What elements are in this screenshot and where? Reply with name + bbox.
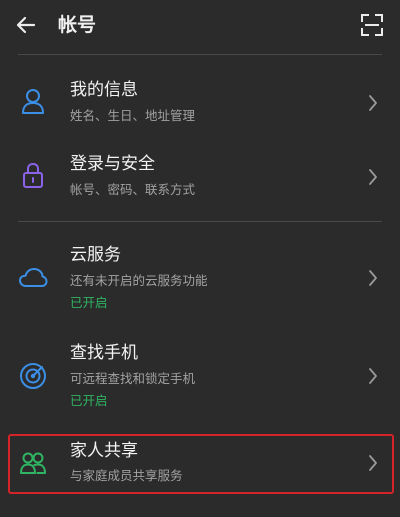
- section-divider: [18, 221, 382, 222]
- item-title: 查找手机: [70, 343, 138, 363]
- arrow-left-icon[interactable]: [12, 11, 40, 39]
- top-bar: 帐号: [0, 0, 400, 54]
- family-icon: [18, 448, 48, 478]
- chevron-right-icon: [368, 94, 378, 112]
- cloud-icon: [18, 263, 48, 293]
- status-label: 已开启: [70, 295, 108, 310]
- scan-icon[interactable]: [360, 13, 384, 37]
- chevron-right-icon: [368, 168, 378, 186]
- item-subtitle: 与家庭成员共享服务: [70, 468, 183, 483]
- lock-icon: [18, 160, 48, 190]
- item-title: 登录与安全: [70, 154, 155, 174]
- chevron-right-icon: [368, 269, 378, 287]
- radar-icon: [18, 361, 48, 391]
- item-subtitle: 帐号、密码、联系方式: [70, 182, 196, 197]
- chevron-right-icon: [368, 367, 378, 385]
- item-subtitle: 姓名、生日、地址管理: [70, 108, 196, 123]
- person-icon: [18, 86, 48, 116]
- list-item-family-sharing[interactable]: 家人共享 与家庭成员共享服务: [0, 434, 400, 492]
- list-item-find-phone[interactable]: 查找手机 可远程查找和锁定手机 已开启: [0, 334, 400, 418]
- item-subtitle: 可远程查找和锁定手机: [70, 371, 196, 386]
- page-title: 帐号: [58, 14, 97, 36]
- header-divider: [18, 54, 382, 55]
- chevron-right-icon: [368, 454, 378, 472]
- item-title: 家人共享: [70, 441, 138, 461]
- item-subtitle: 还有未开启的云服务功能: [70, 273, 208, 288]
- list-item-my-info[interactable]: 我的信息 姓名、生日、地址管理: [0, 70, 400, 134]
- list-item-login-security[interactable]: 登录与安全 帐号、密码、联系方式: [0, 144, 400, 208]
- item-title: 我的信息: [70, 80, 138, 100]
- list-item-cloud-service[interactable]: 云服务 还有未开启的云服务功能 已开启: [0, 236, 400, 320]
- item-title: 云服务: [70, 245, 121, 265]
- status-label: 已开启: [70, 393, 108, 408]
